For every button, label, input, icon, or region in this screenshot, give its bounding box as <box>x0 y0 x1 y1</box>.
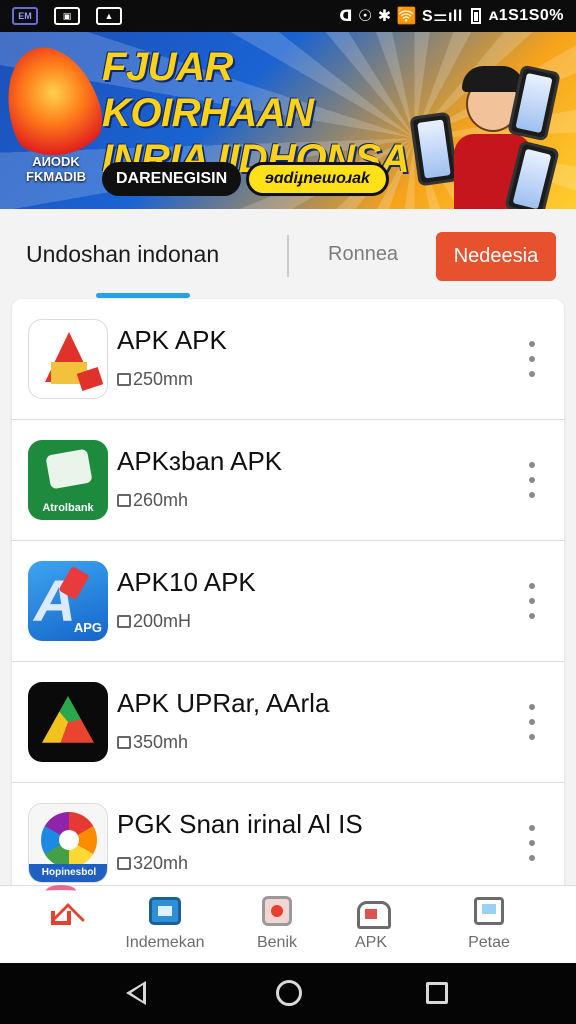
more-options-icon[interactable] <box>524 339 540 379</box>
banner-brand: AИODK FKMADIB <box>20 154 92 184</box>
nav-petae[interactable]: Petae <box>434 894 544 960</box>
nav-label: Indemekan <box>125 934 205 951</box>
back-icon[interactable] <box>126 981 146 1005</box>
nav-label: APK <box>354 934 387 951</box>
tab-main[interactable]: Undoshan indonan <box>26 241 219 268</box>
app-meta: 200mH <box>117 611 191 632</box>
window-icon <box>149 897 181 925</box>
more-options-icon[interactable] <box>524 581 540 621</box>
apk-triangle-icon <box>28 682 108 762</box>
more-options-icon[interactable] <box>524 702 540 742</box>
storage-icon <box>117 373 131 386</box>
tab-second[interactable]: Ronnea <box>328 243 398 266</box>
app-size: 320mh <box>133 853 189 873</box>
apk-red-icon <box>28 319 108 399</box>
app-meta: 350mh <box>117 732 188 753</box>
storage-icon <box>117 736 131 749</box>
nav-home[interactable] <box>6 885 116 960</box>
nav-apk[interactable]: APK <box>316 894 426 960</box>
app-name: APKɜban APK <box>117 446 283 476</box>
status-right: ꓷ ☉ ✱ 🛜 S⚌ıll ᴀ1S1S0% <box>339 6 564 26</box>
list-item[interactable]: Hopinesbol PGK Snan irinal Al IS 320mh <box>12 783 564 885</box>
app-list: APK APK 250mm Atrolbank APKɜban APK 260m… <box>12 299 564 885</box>
banner-brand-line2: FKMADIB <box>26 169 86 184</box>
system-nav-bar <box>0 963 576 1024</box>
app-name: APK10 APK <box>117 567 256 597</box>
storage-icon <box>117 615 131 628</box>
home-circle-icon[interactable] <box>276 980 302 1006</box>
app-meta: 320mh <box>117 853 188 874</box>
banner-pill-yellow[interactable]: ɘɑdiɟneɯoɹak <box>246 162 389 196</box>
storage-icon <box>117 494 131 507</box>
nav-label: Petae <box>468 934 510 951</box>
app-name: APK APK <box>117 325 227 355</box>
notification-image-icon: ▣ <box>54 7 80 25</box>
tab-divider <box>287 235 289 277</box>
list-item[interactable]: Atrolbank APKɜban APK 260mh <box>12 420 564 541</box>
banner-title-line1: FJUAR KOIRHAAN <box>102 45 314 135</box>
apk-pie-icon: Hopinesbol <box>28 803 108 883</box>
app-size: 250mm <box>133 369 194 389</box>
battery-icon <box>470 8 481 24</box>
more-options-icon[interactable] <box>524 823 540 863</box>
nav-label: Benik <box>256 934 298 951</box>
app-meta: 250mm <box>117 369 193 390</box>
battery-text: ᴀ1S1S0% <box>488 7 564 24</box>
recent-apps-icon[interactable] <box>426 982 448 1004</box>
mascot-cap <box>462 66 524 92</box>
package-icon <box>355 897 391 929</box>
status-bar: EM ▣ ▲ ꓷ ☉ ✱ 🛜 S⚌ıll ᴀ1S1S0% <box>0 0 576 32</box>
bottom-nav: Indemekan Benik APK Petae <box>0 885 576 963</box>
status-icons: ꓷ ☉ ✱ 🛜 S⚌ıll <box>339 8 463 25</box>
tab-action-button[interactable]: Nedeesia <box>436 232 556 281</box>
banner-brand-line1: AИODK <box>32 154 80 169</box>
list-item[interactable]: APK APK 250mm <box>12 299 564 420</box>
icon-label: Hopinesbol <box>29 864 107 882</box>
apk-blue-icon: A APG <box>28 561 108 641</box>
tab-indicator <box>96 293 190 298</box>
nav-indemekan[interactable]: Indemekan <box>110 894 220 960</box>
lens-icon <box>262 896 292 926</box>
storage-icon <box>117 857 131 870</box>
apk-green-icon: Atrolbank <box>28 440 108 520</box>
app-size: 350mh <box>133 732 189 752</box>
monitor-icon <box>474 897 504 925</box>
more-options-icon[interactable] <box>524 460 540 500</box>
tab-bar: Undoshan indonan Ronnea Nedeesia <box>0 209 576 299</box>
screen: EM ▣ ▲ ꓷ ☉ ✱ 🛜 S⚌ıll ᴀ1S1S0% AИODK FKMAD… <box>0 0 576 1024</box>
icon-label: Atrolbank <box>42 502 94 514</box>
list-item[interactable]: A APG APK10 APK 200mH <box>12 541 564 662</box>
icon-label: APG <box>73 620 102 635</box>
notification-gallery-icon: ▲ <box>96 7 122 25</box>
list-item[interactable]: APK UPRar, AArla 350mh <box>12 662 564 783</box>
notification-app-icon: EM <box>12 7 38 25</box>
app-size: 260mh <box>133 490 189 510</box>
app-meta: 260mh <box>117 490 188 511</box>
app-name: APK UPRar, AArla <box>117 688 330 718</box>
promo-banner[interactable]: AИODK FKMADIB FJUAR KOIRHAAN INRIA IIDHO… <box>0 32 576 209</box>
banner-pill-dark[interactable]: DARENEGISIN <box>102 162 242 196</box>
status-left: EM ▣ ▲ <box>12 7 122 25</box>
app-name: PGK Snan irinal Al IS <box>117 809 363 839</box>
app-size: 200mH <box>133 611 192 631</box>
home-icon <box>44 885 85 937</box>
